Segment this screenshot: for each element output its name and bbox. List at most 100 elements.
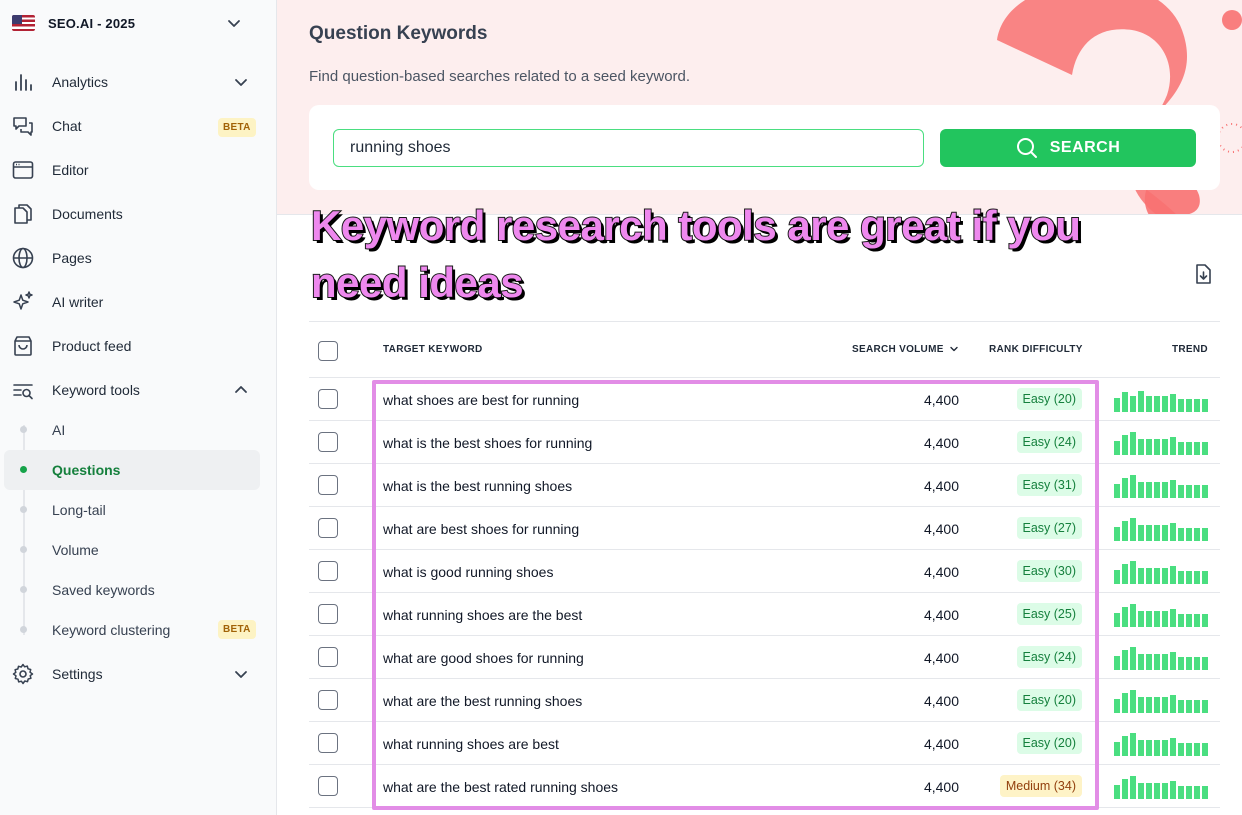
documents-icon	[14, 204, 32, 224]
volume-cell: 4,400	[923, 478, 959, 494]
keyword-search-icon	[13, 384, 33, 400]
chat-bubbles-icon	[13, 117, 33, 136]
trend-bar	[1202, 571, 1208, 584]
trend-bar	[1154, 525, 1160, 541]
table-row[interactable]: what shoes are best for running 4,400 Easy…	[309, 378, 1220, 421]
difficulty-badge: Easy (30)	[1016, 560, 1082, 582]
row-checkbox[interactable]	[318, 432, 338, 452]
beta-badge: BETA	[218, 118, 256, 137]
sidebar-item-settings[interactable]: Settings	[0, 652, 276, 696]
trend-sparkline	[1114, 429, 1209, 455]
sidebar-item-analytics[interactable]: Analytics	[0, 60, 276, 104]
column-rank-difficulty[interactable]: RANK DIFFICULTY	[989, 344, 1083, 355]
trend-bar	[1202, 614, 1208, 627]
sidebar-item-label: Keyword tools	[52, 382, 140, 398]
trend-bar	[1146, 525, 1152, 541]
trend-bar	[1114, 570, 1120, 584]
export-download-icon[interactable]	[1193, 263, 1213, 285]
sidebar-item-label: Analytics	[52, 74, 109, 90]
sidebar-item-product-feed[interactable]: Product feed	[0, 324, 276, 368]
page-header: Question Keywords Find question-based se…	[277, 0, 1242, 215]
sidebar-item-editor[interactable]: Editor	[0, 148, 276, 192]
page-title: Question Keywords	[309, 23, 488, 44]
trend-bar	[1146, 396, 1152, 412]
page-subtitle: Find question-based searches related to …	[309, 68, 691, 85]
trend-bar	[1138, 568, 1144, 584]
trend-bar	[1122, 392, 1128, 412]
trend-bar	[1138, 783, 1144, 799]
sidebar-item-label: Product feed	[52, 338, 132, 354]
trend-bar	[1138, 740, 1144, 756]
column-trend[interactable]: TREND	[1172, 344, 1208, 355]
trend-bar	[1202, 657, 1208, 670]
row-checkbox[interactable]	[318, 690, 338, 710]
search-input[interactable]	[333, 129, 924, 167]
sidebar-subitem-long-tail[interactable]: Long-tail	[4, 490, 260, 530]
row-checkbox[interactable]	[318, 776, 338, 796]
trend-bar	[1194, 442, 1200, 455]
sidebar-item-documents[interactable]: Documents	[0, 192, 276, 236]
sidebar-subitem-label: Keyword clustering	[52, 622, 171, 638]
trend-bar	[1114, 613, 1120, 627]
column-search-volume[interactable]: SEARCH VOLUME	[852, 344, 959, 355]
difficulty-badge: Easy (24)	[1016, 431, 1082, 453]
chevron-down-icon[interactable]	[226, 15, 242, 31]
trend-sparkline	[1114, 515, 1209, 541]
table-row[interactable]: what are best shoes for running 4,400 Easy…	[309, 507, 1220, 550]
sidebar-item-chat[interactable]: Chat BETA	[0, 104, 276, 148]
sidebar-subitem-label: AI	[52, 422, 66, 438]
table-row[interactable]: what are good shoes for running 4,400 Easy…	[309, 636, 1220, 679]
sidebar-item-keyword-tools[interactable]: Keyword tools	[0, 368, 276, 412]
bullet-dot	[20, 466, 27, 473]
trend-bar	[1122, 521, 1128, 541]
column-target-keyword[interactable]: TARGET KEYWORD	[383, 344, 483, 355]
row-checkbox[interactable]	[318, 475, 338, 495]
trend-bar	[1186, 743, 1192, 756]
table-row[interactable]: what is the best shoes for running 4,400 E…	[309, 421, 1220, 464]
trend-bar	[1114, 656, 1120, 670]
workspace-switcher[interactable]: SEO.AI - 2025	[12, 12, 252, 34]
row-checkbox[interactable]	[318, 604, 338, 624]
trend-bar	[1130, 604, 1136, 627]
sidebar-item-label: Settings	[52, 666, 103, 682]
browser-window-icon	[12, 161, 34, 179]
table-row[interactable]: what is the best running shoes 4,400 Easy …	[309, 464, 1220, 507]
trend-bar	[1122, 693, 1128, 713]
trend-bar	[1122, 478, 1128, 498]
row-checkbox[interactable]	[318, 647, 338, 667]
us-flag-icon	[12, 15, 35, 31]
sidebar-subitem-saved-keywords[interactable]: Saved keywords	[4, 570, 260, 610]
volume-cell: 4,400	[923, 607, 959, 623]
sidebar-subitem-questions[interactable]: Questions	[4, 450, 260, 490]
select-all-checkbox[interactable]	[318, 341, 338, 361]
row-checkbox[interactable]	[318, 561, 338, 581]
table-row[interactable]: what are the best running shoes 4,400 Easy…	[309, 679, 1220, 722]
table-row[interactable]: what are the best rated running shoes 4,4…	[309, 765, 1220, 808]
sidebar-subitem-label: Questions	[52, 462, 121, 478]
trend-bar	[1154, 611, 1160, 627]
search-button[interactable]: SEARCH	[940, 129, 1196, 167]
sidebar-item-pages[interactable]: Pages	[0, 236, 276, 280]
difficulty-badge: Medium (34)	[999, 775, 1082, 797]
trend-bar	[1202, 442, 1208, 455]
sidebar-subitem-keyword-clustering[interactable]: Keyword clustering BETA	[4, 610, 260, 650]
table-row[interactable]: what running shoes are best 4,400 Easy (20…	[309, 722, 1220, 765]
row-checkbox[interactable]	[318, 518, 338, 538]
trend-bar	[1170, 523, 1176, 541]
sidebar-subitem-ai[interactable]: AI	[4, 410, 260, 450]
table-row[interactable]: what is good running shoes 4,400 Easy (30)	[309, 550, 1220, 593]
trend-bar	[1194, 528, 1200, 541]
sidebar-subitem-volume[interactable]: Volume	[4, 530, 260, 570]
trend-bar	[1114, 441, 1120, 455]
overlay-caption-line: Keyword research tools are great if you	[310, 201, 1082, 250]
trend-bar	[1162, 482, 1168, 498]
trend-bar	[1162, 568, 1168, 584]
row-checkbox[interactable]	[318, 389, 338, 409]
sidebar-item-ai-writer[interactable]: AI writer	[0, 280, 276, 324]
trend-bar	[1202, 743, 1208, 756]
trend-bar	[1194, 399, 1200, 412]
volume-cell: 4,400	[923, 779, 959, 795]
workspace-name: SEO.AI - 2025	[48, 15, 136, 31]
table-row[interactable]: what running shoes are the best 4,400 Easy…	[309, 593, 1220, 636]
row-checkbox[interactable]	[318, 733, 338, 753]
